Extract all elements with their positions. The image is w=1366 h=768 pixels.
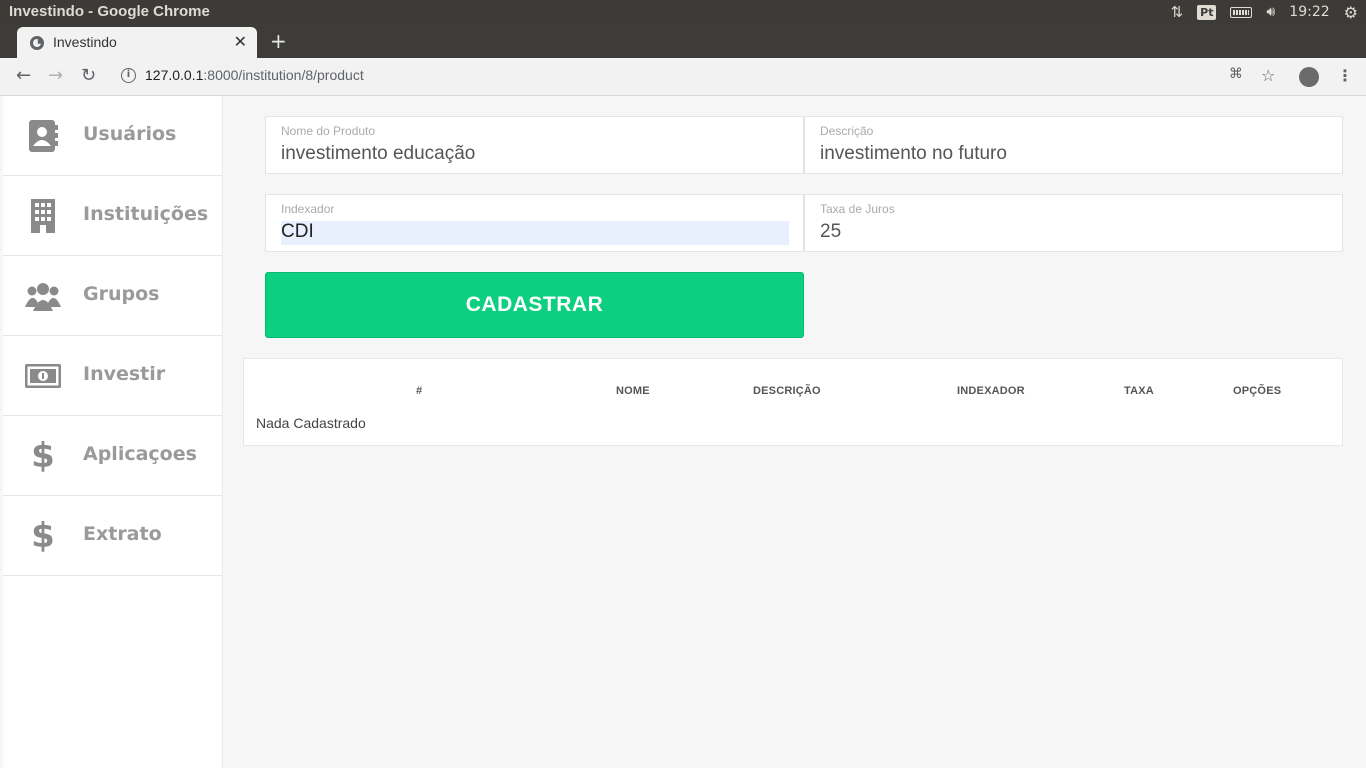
site-info-icon[interactable]: i bbox=[121, 68, 136, 83]
empty-table-message: Nada Cadastrado bbox=[256, 415, 366, 431]
reload-icon[interactable]: ↻ bbox=[81, 66, 96, 86]
system-tray: ⇅ Pt 🔊︎ 19:22 ⚙ bbox=[1171, 0, 1358, 24]
sidebar-item-grupos[interactable]: Grupos bbox=[3, 256, 222, 336]
sidebar: Usuários Instituições Grupos Investir $ … bbox=[3, 96, 223, 768]
column-header-opcoes: OPÇÕES bbox=[1233, 385, 1282, 397]
descricao-field[interactable]: Descrição investimento no futuro bbox=[804, 116, 1343, 174]
users-icon bbox=[25, 278, 61, 314]
network-icon[interactable]: ⇅ bbox=[1171, 3, 1184, 21]
chrome-menu-icon[interactable]: ⋮ bbox=[1337, 66, 1353, 85]
new-tab-button[interactable]: + bbox=[270, 29, 287, 53]
products-table: # NOME DESCRIÇÃO INDEXADOR TAXA OPÇÕES N… bbox=[243, 358, 1343, 446]
translate-icon[interactable]: ⌘ bbox=[1229, 66, 1243, 82]
contact-book-icon bbox=[25, 118, 61, 154]
sidebar-item-investir[interactable]: Investir bbox=[3, 336, 222, 416]
sidebar-item-label: Instituições bbox=[83, 203, 209, 225]
money-bill-icon bbox=[25, 358, 61, 394]
descricao-input[interactable]: investimento no futuro bbox=[820, 143, 1007, 165]
indexador-field[interactable]: Indexador CDI bbox=[265, 194, 804, 252]
column-header-nome: NOME bbox=[616, 385, 650, 397]
taxa-juros-label: Taxa de Juros bbox=[820, 202, 895, 216]
tab-investindo[interactable]: Investindo ✕ bbox=[17, 27, 257, 58]
sidebar-item-extrato[interactable]: $ Extrato bbox=[3, 496, 222, 576]
sidebar-item-usuarios[interactable]: Usuários bbox=[3, 96, 222, 176]
back-arrow-icon[interactable]: ← bbox=[16, 66, 31, 86]
sidebar-item-aplicacoes[interactable]: $ Aplicaçoes bbox=[3, 416, 222, 496]
dollar-icon: $ bbox=[31, 436, 55, 476]
os-top-bar: Investindo - Google Chrome ⇅ Pt 🔊︎ 19:22… bbox=[0, 0, 1366, 24]
nome-produto-input[interactable]: investimento educação bbox=[281, 143, 475, 165]
battery-icon[interactable] bbox=[1230, 6, 1253, 18]
tab-title: Investindo bbox=[53, 34, 117, 50]
forward-arrow-icon[interactable]: → bbox=[48, 66, 63, 86]
browser-toolbar: ← → ↻ i 127.0.0.1:8000/institution/8/pro… bbox=[0, 58, 1366, 96]
bookmark-star-icon[interactable]: ☆ bbox=[1261, 66, 1275, 85]
sidebar-item-label: Aplicaçoes bbox=[83, 443, 197, 465]
taxa-juros-field[interactable]: Taxa de Juros 25 bbox=[804, 194, 1343, 252]
nome-produto-field[interactable]: Nome do Produto investimento educação bbox=[265, 116, 804, 174]
page-content: Usuários Instituições Grupos Investir $ … bbox=[0, 96, 1366, 768]
close-tab-icon[interactable]: ✕ bbox=[234, 32, 247, 51]
cadastrar-button[interactable]: CADASTRAR bbox=[265, 272, 804, 338]
column-header-descricao: DESCRIÇÃO bbox=[753, 385, 821, 397]
url-host: 127.0.0.1 bbox=[145, 67, 204, 83]
extension-icon[interactable] bbox=[1299, 67, 1319, 87]
clock[interactable]: 19:22 bbox=[1289, 4, 1329, 20]
sidebar-item-label: Grupos bbox=[83, 283, 160, 305]
window-title: Investindo - Google Chrome bbox=[9, 3, 210, 20]
descricao-label: Descrição bbox=[820, 124, 874, 138]
volume-icon[interactable]: 🔊︎ bbox=[1266, 4, 1275, 20]
sidebar-item-label: Investir bbox=[83, 363, 166, 385]
sidebar-item-instituicoes[interactable]: Instituições bbox=[3, 176, 222, 256]
sidebar-item-label: Extrato bbox=[83, 523, 162, 545]
indexador-input[interactable]: CDI bbox=[281, 221, 789, 245]
taxa-juros-input[interactable]: 25 bbox=[820, 221, 841, 243]
url-path: :8000/institution/8/product bbox=[203, 67, 364, 83]
column-header-id: # bbox=[416, 385, 423, 397]
column-header-indexador: INDEXADOR bbox=[957, 385, 1025, 397]
indexador-label: Indexador bbox=[281, 202, 335, 216]
sidebar-item-label: Usuários bbox=[83, 123, 177, 145]
building-icon bbox=[25, 198, 61, 234]
globe-favicon-icon bbox=[30, 36, 44, 50]
tab-strip: Investindo ✕ + bbox=[0, 24, 1366, 58]
address-bar[interactable]: 127.0.0.1:8000/institution/8/product bbox=[145, 67, 364, 83]
nome-produto-label: Nome do Produto bbox=[281, 124, 376, 138]
keyboard-language-indicator[interactable]: Pt bbox=[1197, 4, 1217, 20]
dollar-icon: $ bbox=[31, 516, 55, 556]
column-header-taxa: TAXA bbox=[1124, 385, 1154, 397]
settings-gear-icon[interactable]: ⚙ bbox=[1344, 3, 1358, 22]
